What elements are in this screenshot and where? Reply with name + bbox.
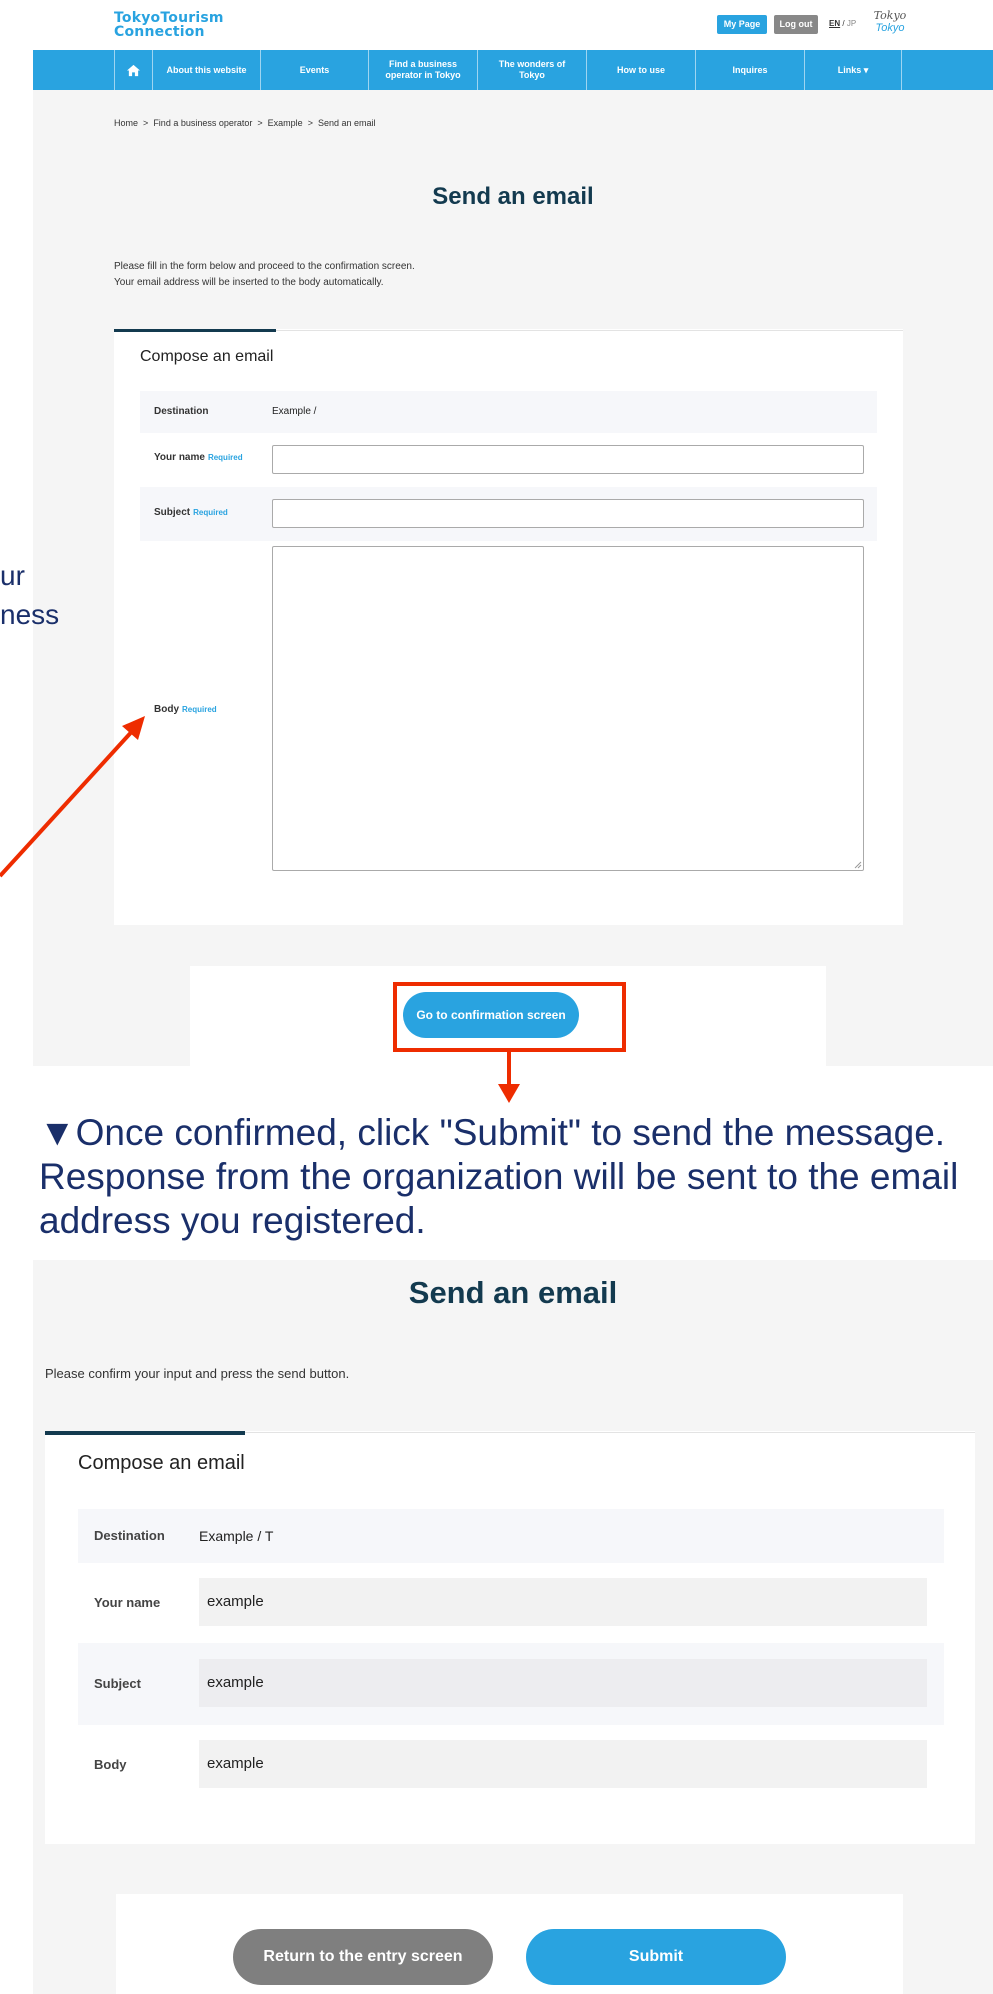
confirm-destination-label: Destination <box>94 1528 165 1543</box>
confirmation-screenshot: Send an email Please confirm your input … <box>33 1260 993 1994</box>
down-arrow-icon <box>498 1052 520 1103</box>
card-top-rule <box>245 1432 975 1433</box>
caption-line-1: ▼Once confirmed, click "Submit" to send … <box>39 1112 946 1153</box>
confirm-name-label: Your name <box>94 1595 161 1610</box>
confirm-button-area: Return to the entry screen Submit <box>116 1894 903 1994</box>
instruction-caption: ▼Once confirmed, click "Submit" to send … <box>39 1111 993 1243</box>
confirm-page-title: Send an email <box>408 1275 618 1310</box>
submit-button[interactable]: Submit <box>526 1929 786 1985</box>
confirm-card-title: Compose an email <box>78 1452 245 1474</box>
confirm-intro-text: Please confirm your input and press the … <box>45 1366 350 1381</box>
confirm-body-row: Body example <box>78 1725 944 1805</box>
diagonal-arrow-icon <box>0 716 145 878</box>
tutorial-page: TokyoTourism Connection My Page Log out … <box>0 0 993 1994</box>
confirm-subject-row: Subject example <box>78 1643 944 1725</box>
return-to-entry-button[interactable]: Return to the entry screen <box>233 1929 493 1985</box>
confirm-name-row: Your name example <box>78 1563 944 1643</box>
confirm-subject-label: Subject <box>94 1676 141 1691</box>
confirm-body-value: example <box>199 1740 927 1788</box>
confirm-destination-value: Example / T <box>199 1528 274 1544</box>
confirm-subject-value: example <box>199 1659 927 1707</box>
caption-line-3: address you registered. <box>39 1200 426 1241</box>
confirm-compose-card: Compose an email Destination Example / T… <box>45 1431 975 1844</box>
card-tab-indicator <box>45 1431 245 1435</box>
confirm-body-label: Body <box>94 1757 127 1772</box>
caption-line-2: Response from the organization will be s… <box>39 1156 959 1197</box>
confirm-destination-row: Destination Example / T <box>78 1509 944 1563</box>
confirm-name-value: example <box>199 1578 927 1626</box>
